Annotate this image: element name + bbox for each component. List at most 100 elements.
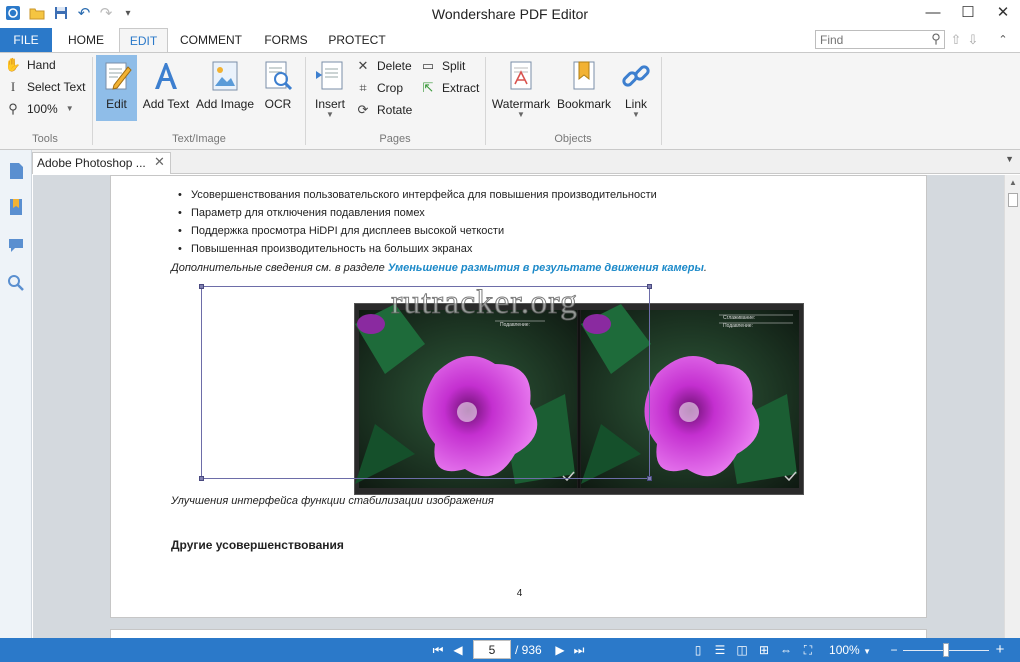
single-page-view-icon[interactable]: ▯ bbox=[690, 642, 706, 658]
split-label: Split bbox=[442, 59, 466, 73]
resize-handle[interactable] bbox=[199, 284, 204, 289]
collapse-ribbon-icon[interactable]: ⌃ bbox=[995, 32, 1011, 48]
find-next-icon[interactable]: ⇩ bbox=[965, 32, 981, 48]
zoom-slider-handle[interactable] bbox=[943, 643, 949, 657]
rotate-page-button[interactable]: ⟳ Rotate bbox=[355, 100, 413, 120]
close-tab-icon[interactable]: ✕ bbox=[154, 154, 165, 170]
bookmarks-icon[interactable] bbox=[7, 198, 25, 216]
facing-continuous-view-icon[interactable]: ⊞ bbox=[756, 642, 772, 658]
zoom-out-icon[interactable]: − bbox=[886, 642, 902, 658]
document-viewport[interactable]: Усовершенствования пользовательского инт… bbox=[33, 175, 1004, 638]
watermark-button[interactable]: Watermark ▼ bbox=[492, 55, 550, 121]
camera-shake-link[interactable]: Уменьшение размытия в результате движени… bbox=[388, 262, 704, 274]
ribbon-divider bbox=[92, 57, 93, 145]
resize-handle[interactable] bbox=[199, 476, 204, 481]
maximize-button[interactable]: ☐ bbox=[951, 2, 985, 24]
close-button[interactable]: ✕ bbox=[986, 2, 1020, 24]
search-icon[interactable]: ⚲ bbox=[928, 31, 944, 47]
fit-width-icon[interactable]: ⇔ bbox=[778, 642, 794, 658]
tab-protect[interactable]: PROTECT bbox=[325, 28, 389, 52]
ocr-button[interactable]: OCR bbox=[260, 55, 296, 121]
delete-label: Delete bbox=[377, 59, 412, 73]
vertical-scrollbar[interactable]: ▲ bbox=[1004, 175, 1020, 638]
link-button[interactable]: Link ▼ bbox=[618, 55, 654, 121]
select-text-tool-button[interactable]: I Select Text bbox=[5, 77, 86, 97]
pages-group-label: Pages bbox=[379, 133, 411, 145]
resize-handle[interactable] bbox=[647, 284, 652, 289]
zoom-in-icon[interactable]: + bbox=[992, 642, 1008, 658]
chevron-down-icon: ▼ bbox=[632, 110, 640, 119]
tab-home[interactable]: HOME bbox=[58, 28, 114, 52]
pdf-editor-window: ↶ ↷ ▾ Wondershare PDF Editor — ☐ ✕ FILE … bbox=[0, 0, 1020, 662]
rotate-label: Rotate bbox=[377, 103, 413, 117]
find-input[interactable] bbox=[815, 30, 945, 49]
hand-label: Hand bbox=[27, 58, 56, 72]
image-caption: Улучшения интерфейса функции стабилизаци… bbox=[171, 495, 494, 507]
next-page-icon[interactable]: ▶ bbox=[552, 642, 568, 658]
panel-right-label-1: Сглаживание: bbox=[723, 315, 756, 321]
hand-icon: ✋ bbox=[4, 57, 22, 72]
insert-label: Insert bbox=[314, 97, 345, 111]
tab-file[interactable]: FILE bbox=[0, 28, 52, 52]
scroll-thumb[interactable] bbox=[1008, 193, 1018, 207]
tab-forms[interactable]: FORMS bbox=[257, 28, 315, 52]
continuous-view-icon[interactable]: ☰ bbox=[712, 642, 728, 658]
tab-comment[interactable]: COMMENT bbox=[176, 28, 246, 52]
ribbon-panel: ✋ Hand I Select Text ⚲ 100% ▼ Tools Edit bbox=[0, 52, 1020, 150]
tab-edit[interactable]: EDIT bbox=[119, 28, 168, 53]
extract-button[interactable]: ⇱ Extract bbox=[420, 78, 480, 98]
edit-pencil-icon bbox=[105, 62, 132, 90]
scroll-up-icon[interactable]: ▲ bbox=[1009, 178, 1017, 187]
list-item: Параметр для отключения подавления помех bbox=[178, 204, 657, 222]
delete-page-button[interactable]: ✕ Delete bbox=[355, 56, 412, 76]
zoom-dropdown[interactable]: 100% ▼ bbox=[828, 642, 872, 658]
bookmark-button[interactable]: Bookmark bbox=[557, 55, 611, 121]
zoom-dropdown[interactable]: ⚲ 100% ▼ bbox=[5, 99, 73, 119]
previous-page-icon[interactable]: ◀ bbox=[450, 642, 466, 658]
crop-page-button[interactable]: ⌗ Crop bbox=[355, 78, 403, 98]
objects-group-label: Objects bbox=[554, 133, 592, 145]
chevron-down-icon: ▼ bbox=[517, 110, 525, 119]
fit-page-icon[interactable]: ⛶ bbox=[800, 642, 816, 658]
search-icon[interactable] bbox=[7, 274, 25, 292]
panel-right-label-2: Подавление: bbox=[723, 323, 753, 329]
insert-page-button[interactable]: Insert ▼ bbox=[311, 55, 349, 121]
document-tab-bar: Adobe Photoshop ... ✕ ▼ bbox=[32, 150, 1020, 174]
split-button[interactable]: ▭ Split bbox=[420, 56, 466, 76]
facing-view-icon[interactable]: ◫ bbox=[734, 642, 750, 658]
delete-icon: ✕ bbox=[357, 58, 369, 73]
chevron-down-icon: ▼ bbox=[326, 110, 334, 119]
resize-handle[interactable] bbox=[647, 476, 652, 481]
comments-icon[interactable] bbox=[7, 236, 25, 254]
edit-button[interactable]: Edit bbox=[96, 55, 137, 121]
link-label: Link bbox=[624, 97, 647, 111]
add-image-button[interactable]: Add Image bbox=[196, 55, 254, 121]
section-heading: Другие усовершенствования bbox=[171, 538, 344, 552]
minimize-button[interactable]: — bbox=[916, 2, 950, 24]
window-title: Wondershare PDF Editor bbox=[431, 6, 589, 22]
first-page-icon[interactable]: ⏮ bbox=[430, 642, 446, 658]
extract-icon: ⇱ bbox=[422, 80, 434, 95]
document-tab[interactable]: Adobe Photoshop ... bbox=[32, 152, 171, 174]
split-icon: ▭ bbox=[421, 58, 435, 73]
tab-list-chevron-icon[interactable]: ▼ bbox=[1005, 154, 1014, 164]
object-selection-box[interactable] bbox=[199, 284, 652, 481]
bookmark-label: Bookmark bbox=[556, 97, 612, 111]
zoom-label: 100% bbox=[27, 102, 58, 116]
current-page-input[interactable] bbox=[473, 640, 511, 659]
select-text-label: Select Text bbox=[27, 80, 86, 94]
find-previous-icon[interactable]: ⇧ bbox=[948, 32, 964, 48]
insert-page-icon bbox=[316, 61, 343, 90]
last-page-icon[interactable]: ⏭ bbox=[571, 642, 587, 658]
add-text-icon bbox=[155, 63, 177, 89]
note-suffix: . bbox=[703, 262, 707, 274]
add-text-button[interactable]: Add Text bbox=[142, 55, 190, 121]
hand-tool-button[interactable]: ✋ Hand bbox=[5, 55, 56, 75]
watermark-label: Watermark bbox=[491, 97, 551, 111]
ribbon-divider bbox=[305, 57, 306, 145]
ribbon-divider bbox=[661, 57, 662, 145]
ocr-icon bbox=[265, 61, 293, 91]
add-image-icon bbox=[212, 61, 238, 91]
thumbnails-icon[interactable] bbox=[7, 162, 25, 180]
add-text-label: Add Text bbox=[142, 97, 190, 111]
